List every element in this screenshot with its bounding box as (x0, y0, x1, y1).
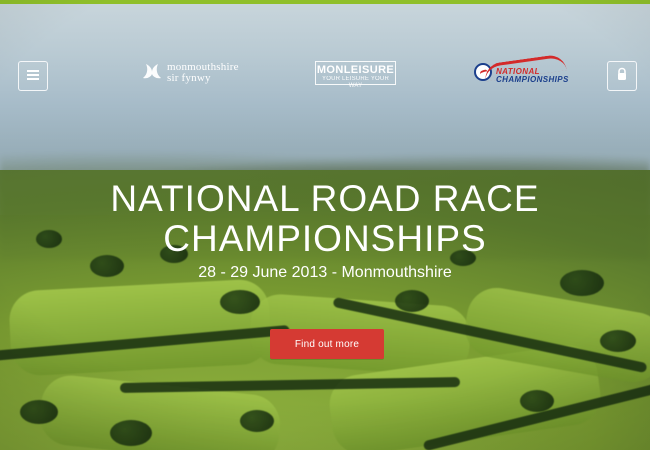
hero-title-line-2: CHAMPIONSHIPS (163, 218, 487, 259)
monmouthshire-crest-icon (143, 64, 161, 79)
tree-5 (395, 290, 429, 312)
hero-title-line-1: NATIONAL ROAD RACE (110, 178, 540, 219)
tree-4 (220, 290, 260, 314)
top-accent-bar (0, 0, 650, 4)
hero-title: NATIONAL ROAD RACE CHAMPIONSHIPS (0, 180, 650, 258)
monleisure-name: MONLEISURE (316, 64, 395, 76)
national-championships-logo[interactable]: NATIONAL CHAMPIONSHIPS (474, 53, 569, 87)
tree-8 (600, 330, 636, 352)
find-out-more-button[interactable]: Find out more (270, 329, 384, 359)
monmouthshire-logo[interactable]: monmouthshire sir fynwy (139, 58, 249, 88)
lock-icon (616, 67, 628, 86)
monleisure-logo[interactable]: MONLEISURE YOUR LEISURE YOUR WAY (315, 61, 396, 89)
tree-11 (20, 400, 58, 424)
menu-button[interactable] (18, 61, 48, 91)
menu-icon (27, 67, 39, 85)
monleisure-tagline: YOUR LEISURE YOUR WAY (322, 76, 389, 89)
tree-9 (520, 390, 554, 412)
hero-subtitle: 28 - 29 June 2013 - Monmouthshire (198, 264, 452, 281)
tree-10 (240, 410, 274, 432)
tree-12 (110, 420, 152, 446)
monmouthshire-line-2: sir fynwy (167, 72, 211, 84)
national-championships-line-2: CHAMPIONSHIPS (496, 75, 569, 84)
lock-button[interactable] (607, 61, 637, 91)
